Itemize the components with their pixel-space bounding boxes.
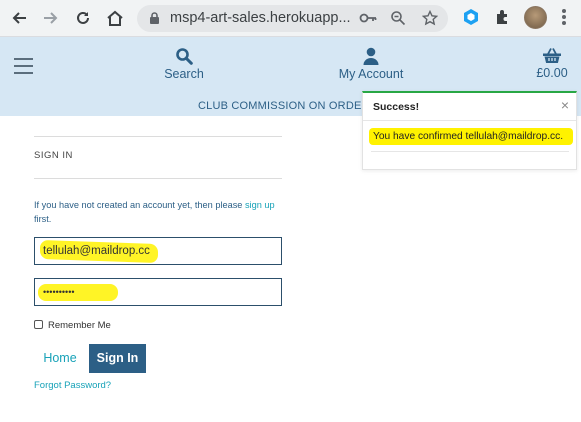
sign-in-button[interactable]: Sign In xyxy=(89,344,146,373)
password-value: •••••••••• xyxy=(43,287,75,297)
page-title: SIGN IN xyxy=(34,150,73,161)
forward-arrow-icon[interactable] xyxy=(40,7,62,29)
nav-search[interactable]: Search xyxy=(160,47,208,81)
browser-toolbar: msp4-art-sales.herokuapp... xyxy=(0,0,581,37)
back-arrow-icon[interactable] xyxy=(8,7,30,29)
home-icon[interactable] xyxy=(104,7,126,29)
success-toast: Success! × You have confirmed tellulah@m… xyxy=(362,91,577,170)
remember-me[interactable]: Remember Me xyxy=(34,320,111,331)
reload-icon[interactable] xyxy=(72,7,94,29)
lock-icon[interactable] xyxy=(149,12,160,30)
password-field[interactable]: •••••••••• xyxy=(34,278,282,306)
hamburger-menu-icon[interactable] xyxy=(14,58,33,79)
bookmark-star-icon[interactable] xyxy=(421,9,439,31)
basket-icon xyxy=(543,48,561,63)
url-text[interactable]: msp4-art-sales.herokuapp... xyxy=(170,10,355,26)
home-button[interactable]: Home xyxy=(34,344,86,372)
nav-shopping-bag[interactable]: £0.00 xyxy=(532,47,572,80)
remember-checkbox[interactable] xyxy=(34,320,43,329)
search-icon xyxy=(176,48,193,65)
toast-divider xyxy=(363,120,576,121)
divider xyxy=(34,178,282,179)
close-icon[interactable]: × xyxy=(561,97,569,113)
email-field[interactable]: tellulah@maildrop.cc xyxy=(34,237,282,265)
toast-divider xyxy=(371,151,569,152)
extension-hex-icon[interactable] xyxy=(462,8,480,31)
account-label: My Account xyxy=(338,67,404,81)
helper-prefix: If you have not created an account yet, … xyxy=(34,200,245,210)
user-icon xyxy=(363,47,379,65)
profile-avatar[interactable] xyxy=(524,6,547,29)
nav-my-account[interactable]: My Account xyxy=(332,47,410,81)
extensions-puzzle-icon[interactable] xyxy=(494,8,512,31)
forgot-password-link[interactable]: Forgot Password? xyxy=(34,380,111,391)
site-header: Search My Account £0.00 xyxy=(0,37,581,96)
menu-kebab-icon[interactable] xyxy=(562,9,566,27)
key-icon[interactable] xyxy=(359,10,377,31)
zoom-icon[interactable] xyxy=(390,10,406,31)
sign-up-link[interactable]: sign up xyxy=(245,200,275,210)
helper-suffix: first. xyxy=(34,214,52,224)
toast-message: You have confirmed tellulah@maildrop.cc. xyxy=(373,131,564,142)
commission-text: CLUB COMMISSION ON ORDER xyxy=(198,100,370,112)
toast-title: Success! xyxy=(373,101,420,113)
signup-helper-text: If you have not created an account yet, … xyxy=(34,198,282,226)
email-value: tellulah@maildrop.cc xyxy=(43,245,150,257)
remember-label: Remember Me xyxy=(48,320,111,331)
address-bar[interactable]: msp4-art-sales.herokuapp... xyxy=(137,5,448,32)
divider xyxy=(34,136,282,137)
bag-total: £0.00 xyxy=(536,66,568,80)
search-label: Search xyxy=(164,67,204,81)
